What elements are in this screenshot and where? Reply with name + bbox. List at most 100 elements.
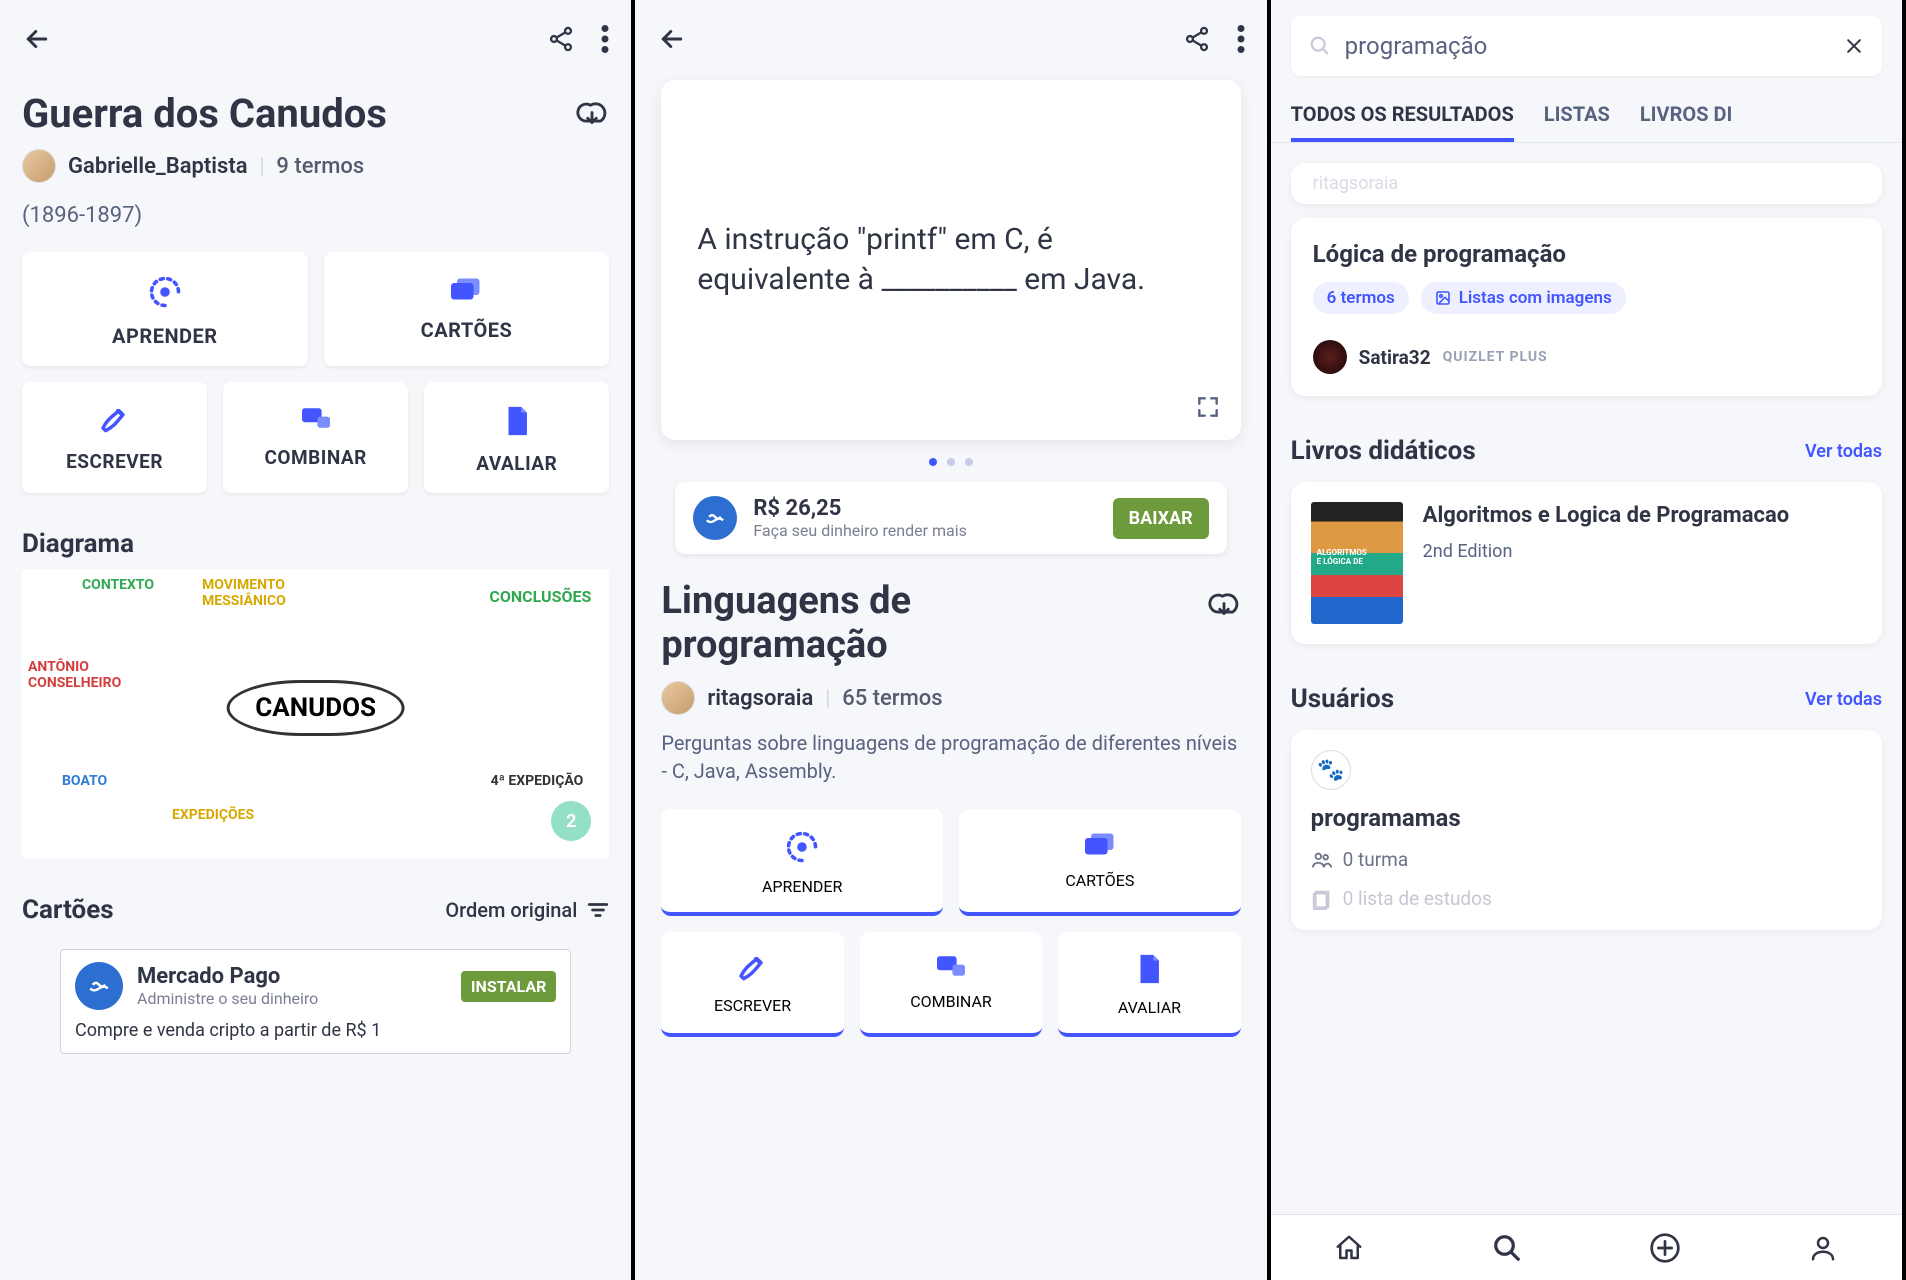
tile-label: AVALIAR [1118,998,1181,1017]
chip-terms: 6 termos [1313,282,1409,314]
ad-subtitle: Administre o seu dinheiro [137,989,318,1008]
nav-create-icon[interactable] [1649,1232,1681,1264]
cards-heading-row: Cartões Ordem original [0,859,631,935]
partial-result-card[interactable]: ritagsoraia [1291,163,1882,204]
study-tiles-row1: APRENDER CARTÕES [635,785,1266,916]
tile-label: COMBINAR [264,446,366,469]
topbar [0,0,631,60]
cards-heading: Cartões [22,895,114,925]
mindmap-center: CANUDOS [226,680,405,736]
tile-aprender[interactable]: APRENDER [661,809,943,916]
flashcard-text: A instrução "printf" em C, é equivalente… [697,220,1204,301]
users-heading: Usuários [1291,684,1394,714]
author-avatar[interactable] [22,149,56,183]
diagram-image[interactable]: CANUDOS CONTEXTO MOVIMENTO MESSIÂNICO CO… [22,569,609,859]
study-tiles-row2: ESCREVER COMBINAR AVALIAR [0,366,631,493]
more-icon[interactable] [1237,25,1245,53]
tile-label: ESCREVER [66,450,163,473]
search-bar[interactable] [1291,16,1882,76]
user-meta-classes: 0 turma [1311,832,1862,871]
more-icon[interactable] [601,25,609,53]
write-icon [99,404,131,436]
tile-escrever[interactable]: ESCREVER [22,382,207,493]
set-result-card[interactable]: Lógica de programação 6 termos Listas co… [1291,218,1882,396]
search-input[interactable] [1345,32,1830,60]
mindmap: CANUDOS CONTEXTO MOVIMENTO MESSIÂNICO CO… [22,569,609,859]
user-result-card[interactable]: 🐾 programamas 0 turma 0 lista de estudos [1291,730,1882,930]
download-icon[interactable] [1207,580,1241,622]
tile-cartoes[interactable]: CARTÕES [959,809,1241,916]
set-title: Linguagens de programação [661,580,981,667]
tile-avaliar[interactable]: AVALIAR [424,382,609,493]
clear-icon[interactable] [1844,36,1864,56]
nav-search-icon[interactable] [1492,1233,1522,1263]
dot-1[interactable] [929,458,937,466]
learn-icon [147,274,183,310]
separator: | [825,686,830,711]
cards-icon [1082,829,1118,859]
sort-control[interactable]: Ordem original [445,898,609,922]
user-meta-sets: 0 lista de estudos [1311,871,1862,910]
tab-all-results[interactable]: TODOS OS RESULTADOS [1291,102,1514,142]
ad-title: Mercado Pago [137,964,318,989]
book-info: Algoritmos e Logica de Programacao 2nd E… [1423,502,1790,624]
tile-label: ESCREVER [714,996,791,1015]
ad-card[interactable]: R$ 26,25 Faça seu dinheiro render mais B… [675,482,1226,554]
fullscreen-icon[interactable] [1195,394,1221,420]
screen-flashcard: A instrução "printf" em C, é equivalente… [635,0,1270,1280]
tile-combinar[interactable]: COMBINAR [223,382,408,493]
topbar [635,0,1266,60]
author-avatar [1313,340,1347,374]
chip-images: Listas com imagens [1421,282,1626,314]
match-icon [934,952,968,980]
back-icon[interactable] [657,24,687,54]
user-avatar: 🐾 [1311,750,1351,790]
tile-aprender[interactable]: APRENDER [22,252,308,366]
author-name[interactable]: ritagsoraia [707,686,813,711]
author-avatar[interactable] [661,681,695,715]
test-icon [1134,952,1164,986]
result-chips: 6 termos Listas com imagens [1313,268,1860,314]
term-count: 9 termos [276,154,364,179]
diagram-heading-row: Diagrama [0,493,631,569]
book-cover [1311,502,1403,624]
users-see-all[interactable]: Ver todas [1805,689,1882,710]
dot-3[interactable] [965,458,973,466]
tile-escrever[interactable]: ESCREVER [661,932,843,1037]
tabs-divider [1271,142,1902,143]
learn-icon [784,829,820,865]
set-title: Guerra dos Canudos [22,90,387,137]
dot-2[interactable] [947,458,955,466]
ad-subtitle: Faça seu dinheiro render mais [753,521,967,540]
author-name[interactable]: Gabrielle_Baptista [68,154,248,179]
textbooks-heading-row: Livros didáticos Ver todas [1271,396,1902,476]
search-icon [1309,35,1331,57]
result-title: Lógica de programação [1313,240,1860,268]
result-author[interactable]: Satira32 QUIZLET PLUS [1313,314,1860,374]
ad-download-button[interactable]: BAIXAR [1113,498,1209,539]
flashcard[interactable]: A instrução "printf" em C, é equivalente… [661,80,1240,440]
textbook-card[interactable]: Algoritmos e Logica de Programacao 2nd E… [1291,482,1882,644]
back-icon[interactable] [22,24,52,54]
share-icon[interactable] [547,25,575,53]
screen-search: TODOS OS RESULTADOS LISTAS LIVROS DI rit… [1271,0,1906,1280]
download-icon[interactable] [575,97,609,131]
tab-lists[interactable]: LISTAS [1544,102,1610,142]
textbooks-see-all[interactable]: Ver todas [1805,441,1882,462]
ad-card[interactable]: Mercado Pago Administre o seu dinheiro I… [60,949,571,1054]
nav-home-icon[interactable] [1334,1233,1364,1263]
separator: | [260,154,265,179]
tile-avaliar[interactable]: AVALIAR [1058,932,1240,1037]
plus-badge: QUIZLET PLUS [1443,349,1548,365]
share-icon[interactable] [1183,25,1211,53]
tile-label: CARTÕES [421,318,513,342]
ad-logo-icon [75,962,123,1010]
ad-install-button[interactable]: INSTALAR [461,971,556,1002]
ad-logo-icon [693,496,737,540]
tile-combinar[interactable]: COMBINAR [860,932,1042,1037]
match-icon [299,404,333,432]
nav-profile-icon[interactable] [1808,1233,1838,1263]
tile-cartoes[interactable]: CARTÕES [324,252,610,366]
study-tiles-row1: APRENDER CARTÕES [0,228,631,366]
tab-textbooks[interactable]: LIVROS DI [1640,102,1732,142]
